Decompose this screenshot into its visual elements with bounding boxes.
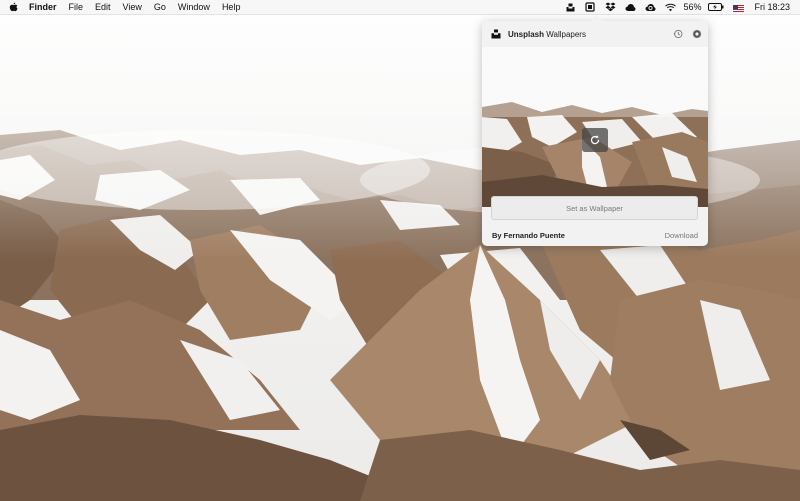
menu-go[interactable]: Go <box>154 2 166 12</box>
gear-icon[interactable] <box>692 29 702 39</box>
wallpaper-preview <box>482 47 708 207</box>
unsplash-popover: Unsplash Wallpapers Set as Wallpaper By … <box>482 15 708 246</box>
menubar: Finder File Edit View Go Window Help 56% <box>0 0 800 15</box>
battery-icon[interactable] <box>708 1 724 13</box>
history-icon[interactable] <box>673 29 683 39</box>
cloud-icon[interactable] <box>624 1 636 13</box>
menu-finder[interactable]: Finder <box>29 2 57 12</box>
status-area: 56% Fri 18:23 <box>560 0 800 14</box>
menu-window[interactable]: Window <box>178 2 210 12</box>
wifi-icon[interactable] <box>664 1 676 13</box>
photo-credit[interactable]: By Fernando Puente <box>492 231 565 240</box>
apple-icon[interactable] <box>9 2 19 13</box>
dropbox-icon[interactable] <box>604 1 616 13</box>
menu-view[interactable]: View <box>123 2 142 12</box>
popover-header: Unsplash Wallpapers <box>482 21 708 47</box>
menu-help[interactable]: Help <box>222 2 241 12</box>
popover-title: Unsplash Wallpapers <box>508 30 586 39</box>
menubar-clock[interactable]: Fri 18:23 <box>754 2 790 12</box>
unsplash-logo-icon <box>491 29 501 39</box>
popover-actions <box>664 29 702 39</box>
popover-title-rest: Wallpapers <box>546 29 586 39</box>
set-as-wallpaper-button[interactable]: Set as Wallpaper <box>491 196 698 220</box>
popover-footer: By Fernando Puente Download <box>492 227 698 243</box>
popover-title-brand: Unsplash <box>508 29 545 39</box>
download-link[interactable]: Download <box>665 231 698 240</box>
flag-icon[interactable] <box>733 4 745 12</box>
creative-cloud-icon[interactable] <box>644 1 656 13</box>
unsplash-icon[interactable] <box>564 1 576 13</box>
screenshot-icon[interactable] <box>584 1 596 13</box>
refresh-button[interactable] <box>582 128 608 152</box>
menu-edit[interactable]: Edit <box>95 2 111 12</box>
menu-file[interactable]: File <box>69 2 84 12</box>
battery-percent: 56% <box>683 2 702 12</box>
